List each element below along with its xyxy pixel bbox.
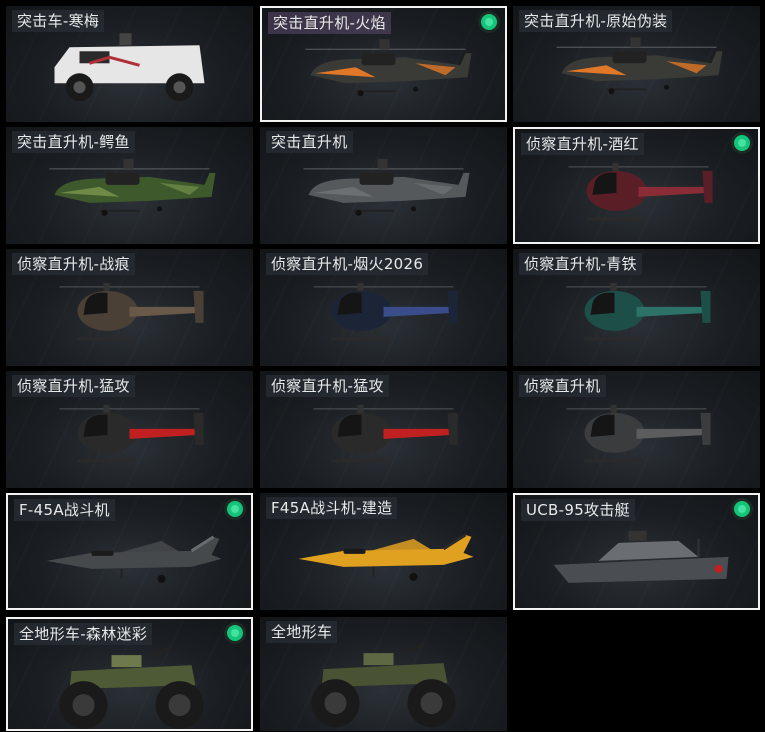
vehicle-skin-name: 突击直升机-鳄鱼 (12, 131, 135, 153)
vehicle-skin-name: 侦察直升机-青铁 (519, 253, 642, 275)
vehicle-skin-card[interactable]: 侦察直升机-烟火2026 (260, 249, 507, 366)
vehicle-skin-name: 突击直升机-火焰 (268, 12, 391, 34)
vehicle-skin-name: 侦察直升机-猛攻 (12, 375, 135, 397)
vehicle-skin-card[interactable]: 突击车-寒梅 (6, 6, 253, 122)
vehicle-skin-card[interactable]: F-45A战斗机 (6, 493, 253, 610)
vehicle-skin-name: 突击直升机 (266, 131, 353, 153)
vehicle-skin-name: 全地形车-森林迷彩 (14, 623, 153, 645)
vehicle-skin-card[interactable]: 侦察直升机-战痕 (6, 249, 253, 366)
vehicle-skin-name: 侦察直升机-战痕 (12, 253, 135, 275)
vehicle-skin-name: UCB-95攻击艇 (521, 499, 635, 521)
vehicle-skin-name: 侦察直升机-猛攻 (266, 375, 389, 397)
vehicle-skin-card[interactable]: UCB-95攻击艇 (513, 493, 760, 610)
vehicle-skin-name: 侦察直升机-酒红 (521, 133, 644, 155)
equipped-indicator-icon (227, 625, 243, 641)
vehicle-skin-card[interactable]: 侦察直升机-猛攻 (260, 371, 507, 488)
vehicle-skin-name: 侦察直升机 (519, 375, 606, 397)
vehicle-skin-name: 突击车-寒梅 (12, 10, 105, 32)
equipped-indicator-icon (227, 501, 243, 517)
equipped-indicator-icon (734, 135, 750, 151)
vehicle-skin-grid: 突击车-寒梅 突击直升机-火焰 突击直升机-原始伪装 突击直升机-鳄鱼 突击直升… (0, 0, 765, 732)
vehicle-skin-name: 侦察直升机-烟火2026 (266, 253, 429, 275)
vehicle-skin-name: 全地形车 (266, 621, 338, 643)
equipped-indicator-icon (734, 501, 750, 517)
vehicle-skin-card[interactable]: 全地形车 (260, 617, 507, 731)
vehicle-skin-card[interactable]: 突击直升机-鳄鱼 (6, 127, 253, 244)
vehicle-skin-name: 突击直升机-原始伪装 (519, 10, 673, 32)
equipped-indicator-icon (481, 14, 497, 30)
vehicle-skin-card[interactable]: 全地形车-森林迷彩 (6, 617, 253, 731)
vehicle-skin-card[interactable]: 突击直升机 (260, 127, 507, 244)
vehicle-skin-name: F-45A战斗机 (14, 499, 115, 521)
vehicle-skin-card[interactable]: F45A战斗机-建造 (260, 493, 507, 610)
vehicle-skin-card[interactable]: 侦察直升机 (513, 371, 760, 488)
vehicle-skin-card[interactable]: 侦察直升机-猛攻 (6, 371, 253, 488)
vehicle-skin-card[interactable]: 侦察直升机-酒红 (513, 127, 760, 244)
vehicle-skin-name: F45A战斗机-建造 (266, 497, 398, 519)
vehicle-skin-card[interactable]: 侦察直升机-青铁 (513, 249, 760, 366)
vehicle-skin-card[interactable]: 突击直升机-火焰 (260, 6, 507, 122)
vehicle-skin-card[interactable]: 突击直升机-原始伪装 (513, 6, 760, 122)
